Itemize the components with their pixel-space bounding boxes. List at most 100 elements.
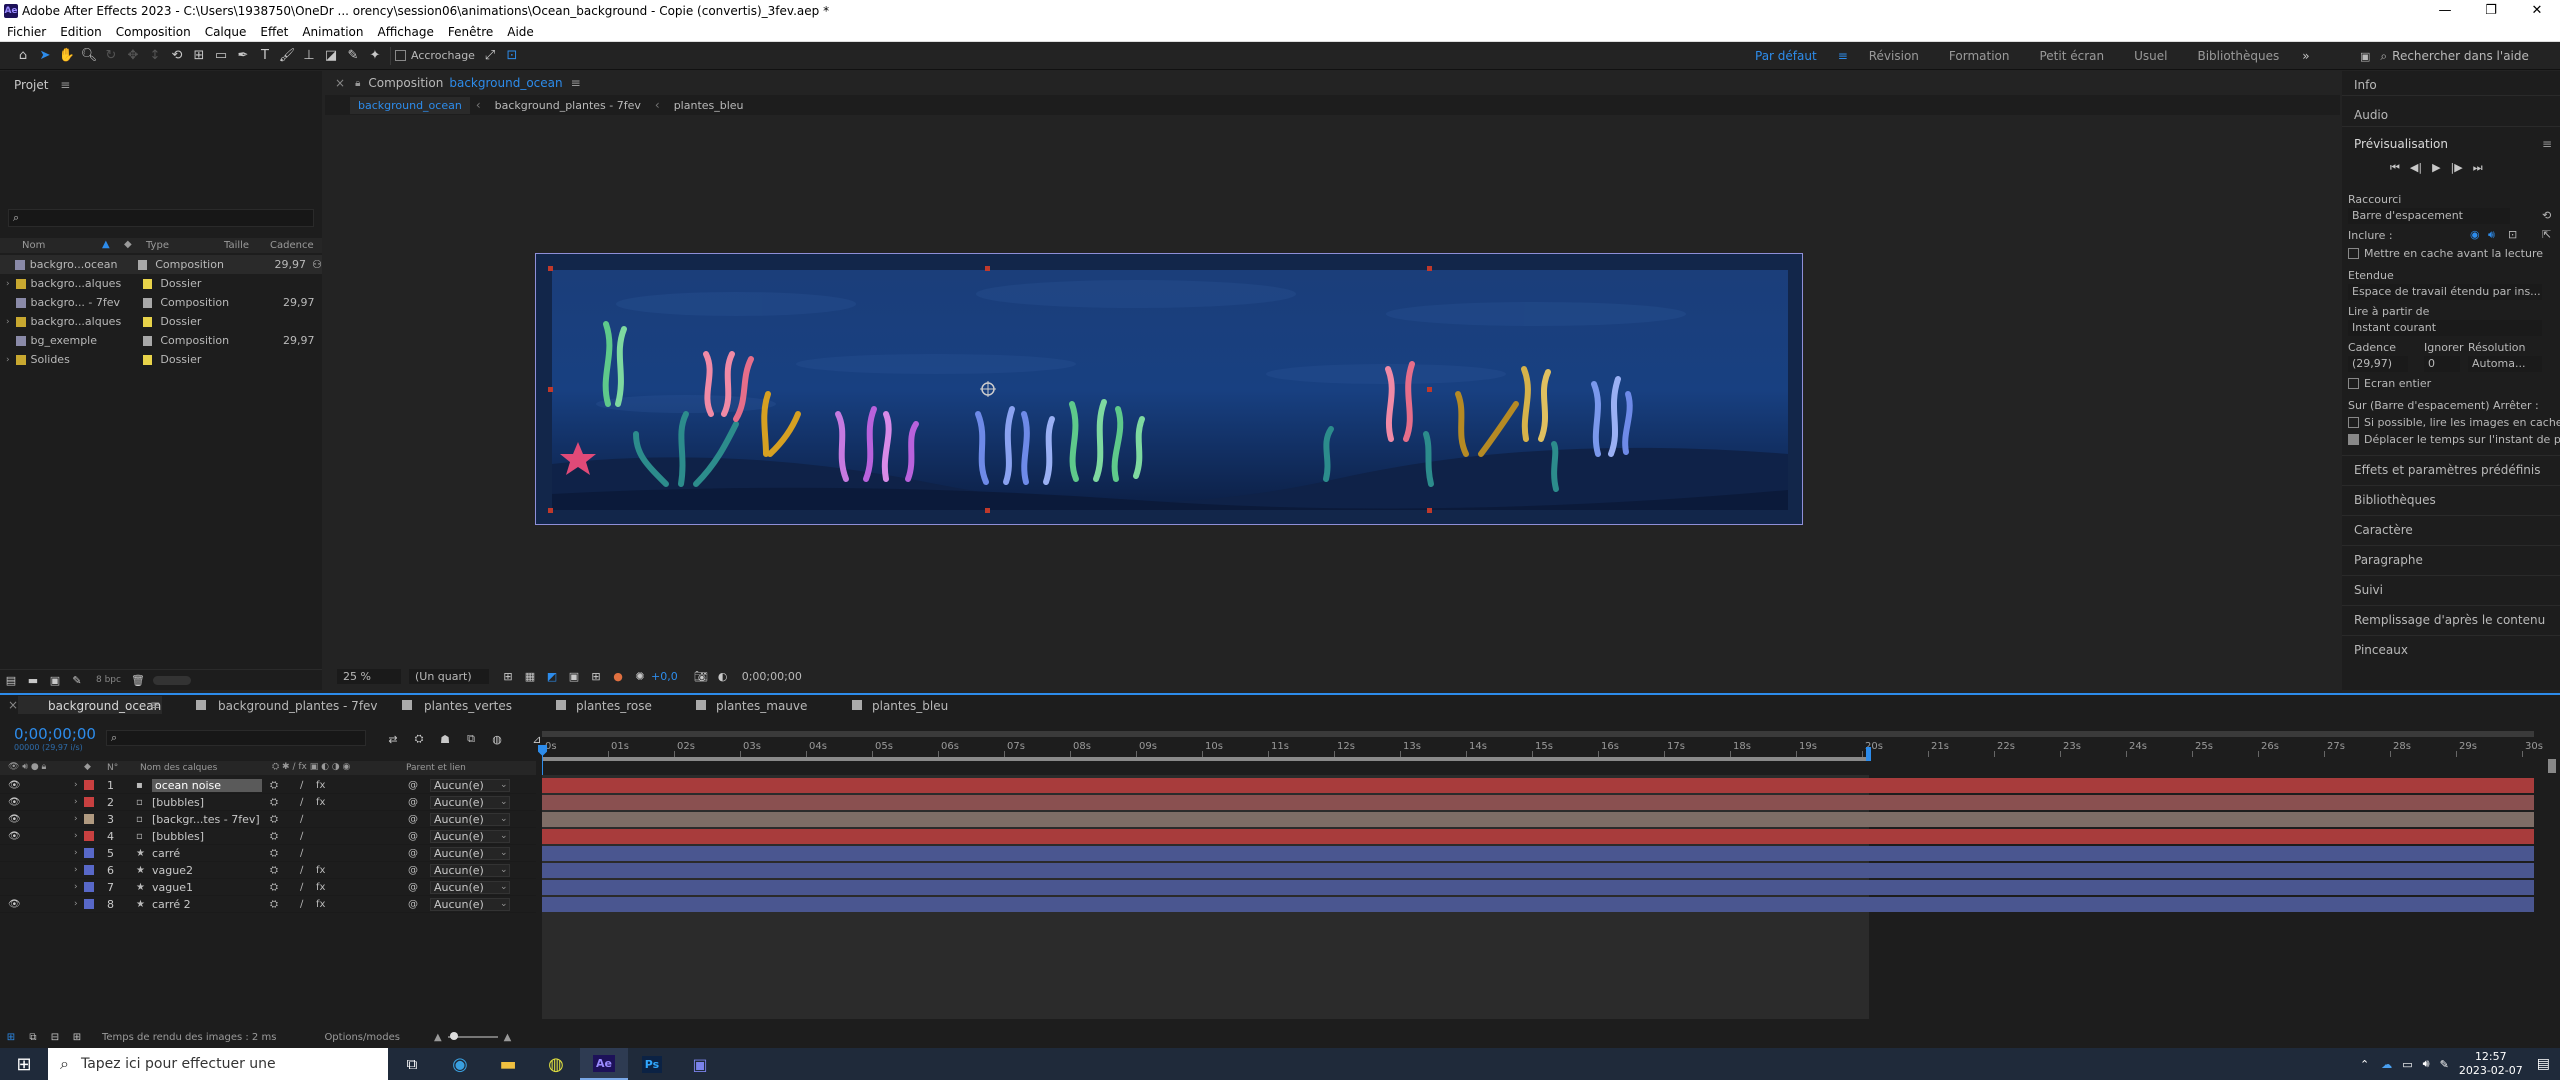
fx-switch-icon[interactable]: fx [316,865,325,876]
mask-toggle-icon[interactable]: ◩ [541,665,563,687]
layer-label-color[interactable] [84,865,94,875]
pan-behind-tool-icon[interactable]: ⊞ [188,45,210,67]
motion-blur-icon[interactable]: ◍ [486,728,508,750]
chevron-down-icon[interactable]: ⌄ [500,865,508,875]
work-area-bar[interactable] [542,757,1869,761]
dolly-tool-icon[interactable]: ↕ [144,45,166,67]
maximize-icon[interactable]: ❐ [2468,0,2514,22]
work-area-end-handle[interactable] [1866,747,1871,761]
layer-name[interactable]: [bubbles] [152,830,262,843]
timeline-tab[interactable]: background_plantes - 7fev [218,699,378,713]
reset-icon[interactable]: ⟲ [2542,209,2551,222]
transparency-grid-icon[interactable]: ▦ [519,665,541,687]
taskbar-search[interactable]: ⌕ Tapez ici pour effectuer une [48,1048,388,1080]
layer-row[interactable]: 👁︎ › 4 ▫ [bubbles] ⛭ ∕ @ Aucun(e) ⌄ [0,828,536,845]
breadcrumb-item[interactable]: plantes_bleu [666,99,752,112]
pen-icon[interactable]: ✎ [2440,1058,2449,1071]
menu-calque[interactable]: Calque [198,25,254,39]
panel-section-header[interactable]: Bibliothèques [2354,493,2436,507]
clock[interactable]: 12:57 2023-02-07 [2459,1050,2523,1078]
shy-icon[interactable]: ☗ [434,728,456,750]
parent-dropdown[interactable]: Aucun(e) [430,880,510,894]
layer-duration-bar[interactable] [542,880,2534,895]
frame-blending-icon[interactable]: ⧉ [460,728,482,750]
layer-name[interactable]: vague1 [152,881,262,894]
range-dropdown[interactable]: Espace de travail étendu par ins... [2348,284,2542,300]
options-modes[interactable]: Options/modes [324,1032,400,1043]
lock-icon[interactable]: 🔒︎ [355,78,360,89]
label-color[interactable] [137,259,148,270]
notification-icon[interactable]: ▤ [2537,1056,2550,1072]
photoshop-taskbar-icon[interactable]: Ps [628,1048,676,1080]
label-color[interactable] [142,316,153,327]
bpc-label[interactable]: 8 bpc [96,675,121,685]
zoom-in-icon[interactable]: ▲ [504,1032,512,1043]
layer-duration-bar[interactable] [542,846,2534,861]
expand-arrow-icon[interactable]: › [74,865,78,875]
col-cadence[interactable]: Cadence [270,240,314,251]
layer-row[interactable]: › 5 ★ carré ⛭ ∕ @ Aucun(e) ⌄ [0,845,536,862]
chevron-down-icon[interactable]: ⌄ [500,882,508,892]
panel-section-header[interactable]: Caractère [2354,523,2413,537]
chevron-down-icon[interactable]: ⌄ [500,831,508,841]
eye-icon[interactable]: 👁︎ [8,797,21,808]
layer-name[interactable]: carré 2 [152,898,262,911]
new-comp-icon[interactable]: ▣ [44,669,66,691]
menu-effet[interactable]: Effet [253,25,295,39]
toggle-panes-icon[interactable]: ⊞ [0,1026,22,1048]
comp-active-name[interactable]: background_ocean [449,76,562,90]
play-icon[interactable]: ▶ [2432,161,2440,175]
render-time-icon[interactable]: ⊞ [66,1026,88,1048]
shy-switch-icon[interactable]: ⛭ [270,797,278,808]
pick-whip-icon[interactable]: @ [408,848,418,859]
preview-panel-header[interactable]: Prévisualisation [2354,137,2448,151]
expand-arrow-icon[interactable]: › [6,317,16,327]
shy-switch-icon[interactable]: ⛭ [270,848,278,859]
rotate-tool-icon[interactable]: ⟲ [166,45,188,67]
panel-section-header[interactable]: Effets et paramètres prédéfinis [2354,463,2540,477]
pick-whip-icon[interactable]: @ [408,899,418,910]
chevron-down-icon[interactable]: ⌄ [500,814,508,824]
breadcrumb-item[interactable]: background_plantes - 7fev [487,99,649,112]
help-search[interactable]: ▣ ⌕ Rechercher dans l'aide [2360,46,2555,66]
rectangle-tool-icon[interactable]: ▭ [210,45,232,67]
parent-dropdown[interactable]: Aucun(e) [430,846,510,860]
onedrive-icon[interactable]: ☁ [2381,1058,2392,1071]
hand-tool-icon[interactable]: ✋ [56,45,78,67]
pick-whip-icon[interactable]: @ [408,882,418,893]
expand-arrow-icon[interactable]: › [74,814,78,824]
shy-switch-icon[interactable]: ⛭ [270,899,278,910]
layer-label-color[interactable] [84,848,94,858]
col-size[interactable]: Taille [224,240,249,251]
layer-label-color[interactable] [84,882,94,892]
zoom-out-icon[interactable]: ▲ [434,1032,442,1043]
cadence-dropdown[interactable]: (29,97) [2348,356,2408,372]
snap-options-icon[interactable]: ⤢ [479,45,501,67]
trash-icon[interactable]: 🗑︎ [127,669,149,691]
project-item[interactable]: bg_exemple Composition 29,97 [0,331,322,350]
parent-dropdown[interactable]: Aucun(e) [430,812,510,826]
eraser-tool-icon[interactable]: ◪ [320,45,342,67]
layer-label-color[interactable] [84,780,94,790]
menu-edition[interactable]: Edition [53,25,109,39]
timeline-zoom-slider[interactable] [447,1032,498,1040]
shy-switch-icon[interactable]: ⛭ [270,780,278,791]
prev-frame-icon[interactable]: ◀| [2410,161,2422,175]
draft-3d-icon[interactable]: ⛭ [408,728,430,750]
workspace-small-screen[interactable]: Petit écran [2024,49,2119,63]
layer-duration-bar[interactable] [542,812,2534,827]
clone-stamp-tool-icon[interactable]: ⊥ [298,45,320,67]
fx-switch-icon[interactable]: fx [316,899,325,910]
last-frame-icon[interactable]: ⏭ [2473,161,2483,175]
layer-name[interactable]: ocean noise [152,778,262,792]
layer-duration-bar[interactable] [542,778,2534,793]
layer-row[interactable]: 👁︎ › 3 ▫ [backgr...tes - 7fev] ⛭ ∕ @ Aucun(e) ⌄ [0,811,536,828]
audio-panel-header[interactable]: Audio [2354,108,2388,122]
thumbnail-slider[interactable] [152,675,191,685]
quality-switch-icon[interactable]: ∕ [300,814,303,825]
expand-arrow-icon[interactable]: › [6,279,16,289]
edge-icon[interactable]: ◉ [436,1054,484,1075]
layer-duration-bar[interactable] [542,795,2534,810]
fullscreen-checkbox[interactable]: Ecran entier [2348,377,2431,390]
col-type[interactable]: Type [146,240,169,251]
